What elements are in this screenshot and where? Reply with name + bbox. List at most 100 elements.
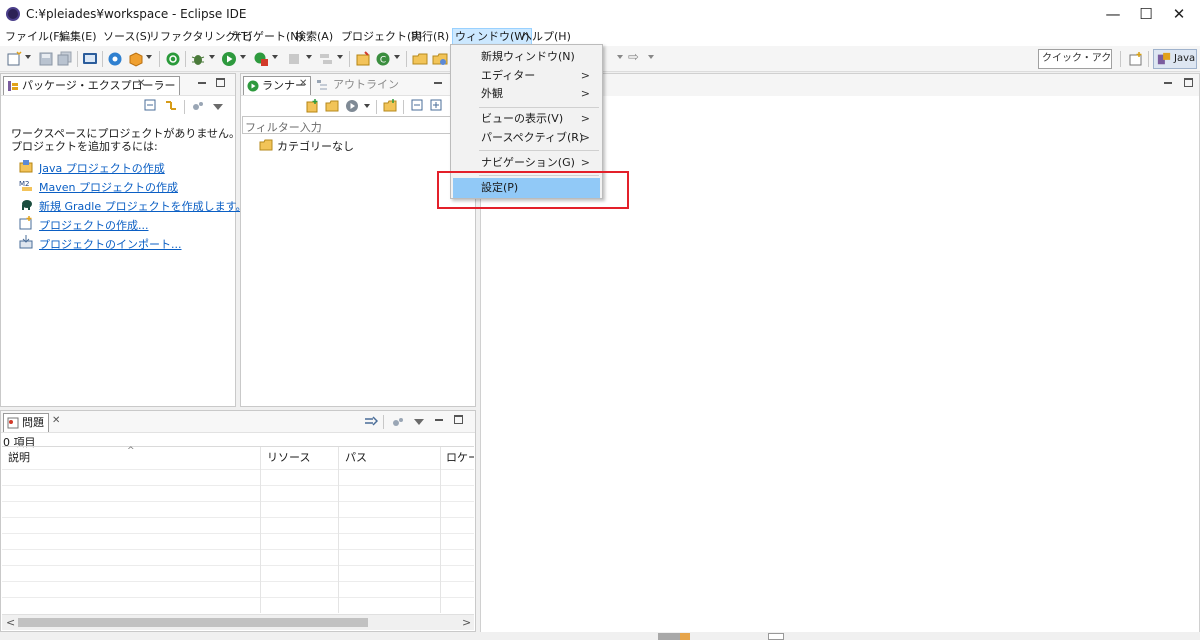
collapse-all-icon[interactable] xyxy=(144,99,158,113)
column-header-path[interactable]: パス xyxy=(338,447,440,469)
problems-panel: 問題 ✕ 0 項目 xyxy=(0,410,476,632)
collapse-all-icon[interactable] xyxy=(411,99,425,113)
column-header-description[interactable]: 説明 xyxy=(2,447,260,469)
menu-item-appearance[interactable]: 外観 > xyxy=(453,84,600,104)
debug-bug-icon[interactable] xyxy=(190,51,206,67)
import-project-link[interactable]: プロジェクトのインポート... xyxy=(39,236,182,252)
create-maven-project-link[interactable]: Maven プロジェクトの作成 xyxy=(39,179,178,195)
create-project-link[interactable]: プロジェクトの作成... xyxy=(39,217,149,233)
expand-all-icon[interactable] xyxy=(430,99,444,113)
tab-problems[interactable]: 問題 xyxy=(3,413,49,432)
close-tab-icon[interactable]: ✕ xyxy=(299,78,307,89)
new-icon[interactable] xyxy=(6,51,22,67)
back-dropdown-icon[interactable] xyxy=(617,55,623,59)
run-icon[interactable] xyxy=(221,51,237,67)
save-icon[interactable] xyxy=(38,51,54,67)
maximize-view-icon[interactable] xyxy=(216,78,225,87)
settings-gear-icon[interactable] xyxy=(107,51,123,67)
scroll-left-icon[interactable]: < xyxy=(6,616,15,629)
minimize-view-icon[interactable] xyxy=(434,82,442,84)
link-with-editor-icon[interactable] xyxy=(164,99,178,113)
new-class-dropdown-icon[interactable] xyxy=(394,55,400,59)
run-config-dropdown-icon[interactable] xyxy=(364,104,370,108)
external-tools-dropdown-icon[interactable] xyxy=(272,55,278,59)
minimize-view-icon[interactable] xyxy=(198,82,206,84)
save-all-icon[interactable] xyxy=(57,51,73,67)
menu-item-show-view-label: ビューの表示(V) xyxy=(481,112,564,125)
menu-item-editor-label: エディター xyxy=(481,69,536,82)
run-dropdown-icon[interactable] xyxy=(240,55,246,59)
column-header-resource[interactable]: リソース xyxy=(260,447,338,469)
column-header-location[interactable]: ロケーシ xyxy=(440,447,474,469)
runner-panel: ランナー ✕ アウトライン フィルター入力 カテゴリーなし xyxy=(240,73,476,407)
focus-icon[interactable] xyxy=(191,99,205,113)
menu-item-show-view[interactable]: ビューの表示(V) > xyxy=(453,109,600,129)
menu-search[interactable]: 検索(A) xyxy=(293,28,335,46)
package-explorer-tabbar: パッケージ・エクスプローラー ✕ xyxy=(1,74,235,96)
menu-item-new-window[interactable]: 新規ウィンドウ(N) xyxy=(453,47,600,67)
menu-item-perspective[interactable]: パースペクティブ(R) > xyxy=(453,128,600,148)
tab-outline[interactable]: アウトライン xyxy=(333,76,399,95)
forward-arrow-icon[interactable]: ⇨ xyxy=(628,50,639,65)
maximize-editor-icon[interactable] xyxy=(1184,78,1193,87)
tab-package-explorer[interactable]: パッケージ・エクスプローラー xyxy=(3,76,181,95)
menu-item-navigation[interactable]: ナビゲーション(G) > xyxy=(453,153,600,173)
coverage-icon[interactable] xyxy=(318,51,334,67)
stop-icon[interactable] xyxy=(286,51,302,67)
table-row xyxy=(2,565,474,566)
open-type-icon[interactable] xyxy=(412,51,428,67)
svg-text:C: C xyxy=(380,56,386,66)
spring-boot-icon[interactable] xyxy=(165,51,181,67)
minimize-editor-icon[interactable] xyxy=(1164,82,1172,84)
menu-edit[interactable]: 編集(E) xyxy=(57,28,99,46)
stop-dropdown-icon[interactable] xyxy=(306,55,312,59)
submenu-arrow-icon: > xyxy=(580,131,590,144)
close-tab-icon[interactable]: ✕ xyxy=(52,415,60,426)
quick-access-field[interactable]: クイック・アクセス xyxy=(1038,49,1112,69)
terminal-icon[interactable] xyxy=(82,51,98,67)
package-explorer-icon xyxy=(8,81,18,91)
maximize-view-icon[interactable] xyxy=(454,415,463,424)
new-java-package-icon[interactable] xyxy=(355,51,371,67)
menu-item-new-window-label: 新規ウィンドウ(N) xyxy=(481,50,575,63)
new-folder-icon[interactable] xyxy=(383,99,397,113)
java-perspective-label: Java xyxy=(1174,53,1196,64)
forward-dropdown-icon[interactable] xyxy=(648,55,654,59)
filters-icon[interactable] xyxy=(364,415,378,429)
column-divider xyxy=(338,469,339,613)
scroll-right-icon[interactable]: > xyxy=(462,616,471,629)
minimize-view-icon[interactable] xyxy=(435,419,443,421)
focus-icon[interactable] xyxy=(391,415,405,429)
new-launch-config-icon[interactable] xyxy=(305,99,319,113)
open-folder-icon[interactable] xyxy=(325,99,339,113)
view-menu-icon[interactable] xyxy=(414,419,424,425)
run-config-icon[interactable] xyxy=(345,99,359,113)
coverage-dropdown-icon[interactable] xyxy=(337,55,343,59)
menu-run[interactable]: 実行(R) xyxy=(409,28,451,46)
java-project-icon xyxy=(19,160,33,173)
create-java-project-link[interactable]: Java プロジェクトの作成 xyxy=(39,160,165,176)
create-gradle-project-link[interactable]: 新規 Gradle プロジェクトを作成します。 xyxy=(39,198,247,214)
maven-project-icon: M2 xyxy=(19,180,32,191)
tree-item-no-category[interactable]: カテゴリーなし xyxy=(277,138,354,154)
debug-dropdown-icon[interactable] xyxy=(209,55,215,59)
scrollbar-thumb[interactable] xyxy=(18,618,368,627)
open-task-icon[interactable] xyxy=(432,51,448,67)
toolbar-separator xyxy=(376,100,377,114)
new-dropdown-icon[interactable] xyxy=(25,55,31,59)
toolbar-separator xyxy=(1148,51,1149,67)
close-window-button[interactable]: ✕ xyxy=(1156,0,1200,28)
menu-item-editor[interactable]: エディター > xyxy=(453,66,600,86)
package-dropdown-icon[interactable] xyxy=(146,55,152,59)
close-tab-icon[interactable]: ✕ xyxy=(137,78,145,89)
filter-input[interactable]: フィルター入力 xyxy=(242,116,474,134)
view-menu-icon[interactable] xyxy=(213,104,223,110)
submenu-arrow-icon: > xyxy=(580,69,590,82)
new-java-class-icon[interactable]: C xyxy=(375,51,391,67)
menu-source[interactable]: ソース(S) xyxy=(101,28,153,46)
horizontal-scrollbar[interactable]: < > xyxy=(2,614,474,630)
java-perspective-button[interactable]: Java xyxy=(1153,49,1197,69)
open-perspective-icon[interactable] xyxy=(1128,51,1144,67)
external-tools-icon[interactable] xyxy=(253,51,269,67)
package-icon[interactable] xyxy=(128,51,144,67)
